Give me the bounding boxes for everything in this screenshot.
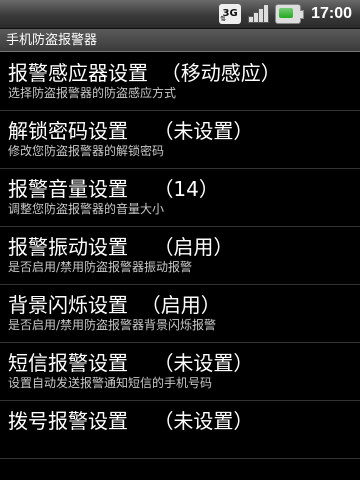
setting-title: 报警振动设置 （启用） xyxy=(8,235,234,259)
status-bar: 3G ⇅ 17:00 xyxy=(0,0,360,29)
setting-sms-alarm[interactable]: 短信报警设置 （未设置） 设置自动发送报警通知短信的手机号码 xyxy=(0,343,360,401)
setting-title: 报警感应器设置 （移动感应） xyxy=(8,61,281,85)
setting-title: 短信报警设置 （未设置） xyxy=(8,351,254,375)
setting-dial-alarm[interactable]: 拨号报警设置 （未设置） xyxy=(0,401,360,459)
setting-summary: 修改您防盗报警器的解锁密码 xyxy=(8,144,165,158)
status-icons: 3G ⇅ 17:00 xyxy=(219,3,352,25)
app-title: 手机防盗报警器 xyxy=(6,33,98,48)
setting-summary: 设置自动发送报警通知短信的手机号码 xyxy=(8,376,213,390)
signal-strength-icon xyxy=(247,4,270,24)
setting-alarm-vibration[interactable]: 报警振动设置 （启用） 是否启用/禁用防盗报警器振动报警 xyxy=(0,227,360,285)
setting-summary: 是否启用/禁用防盗报警器振动报警 xyxy=(8,260,193,274)
setting-unlock-password[interactable]: 解锁密码设置 （未设置） 修改您防盗报警器的解锁密码 xyxy=(0,111,360,169)
data-arrows-icon: ⇅ xyxy=(220,15,226,23)
setting-summary: 调整您防盗报警器的音量大小 xyxy=(8,202,165,216)
setting-title: 拨号报警设置 （未设置） xyxy=(8,409,254,433)
setting-alarm-volume[interactable]: 报警音量设置 （14） 调整您防盗报警器的音量大小 xyxy=(0,169,360,227)
status-time: 17:00 xyxy=(311,5,352,22)
setting-title: 解锁密码设置 （未设置） xyxy=(8,119,254,143)
setting-summary: 是否启用/禁用防盗报警器背景闪烁报警 xyxy=(8,318,217,332)
setting-summary: 选择防盗报警器的防盗感应方式 xyxy=(8,86,177,100)
battery-icon xyxy=(275,4,305,24)
setting-alarm-sensor[interactable]: 报警感应器设置 （移动感应） 选择防盗报警器的防盗感应方式 xyxy=(0,53,360,111)
setting-background-flash[interactable]: 背景闪烁设置 （启用） 是否启用/禁用防盗报警器背景闪烁报警 xyxy=(0,285,360,343)
app-title-bar: 手机防盗报警器 xyxy=(0,29,360,52)
app-screen: 3G ⇅ 17:00 手机防盗报警器 报警感应器设置 （移动感应） 选择防盗报警… xyxy=(0,0,360,480)
settings-list: 报警感应器设置 （移动感应） 选择防盗报警器的防盗感应方式 解锁密码设置 （未设… xyxy=(0,53,360,459)
setting-title: 背景闪烁设置 （启用） xyxy=(8,293,221,317)
setting-title: 报警音量设置 （14） xyxy=(8,177,219,201)
3g-icon: 3G ⇅ xyxy=(219,4,242,24)
